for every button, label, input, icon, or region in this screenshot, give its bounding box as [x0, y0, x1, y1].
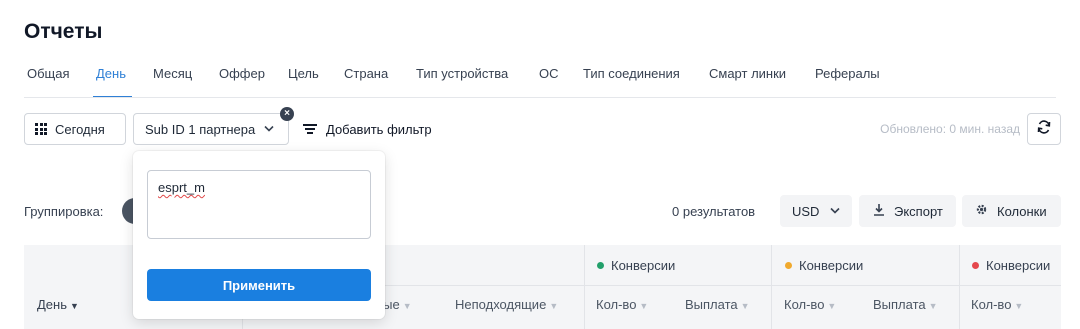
group-header-conversions-red: Конверсии	[972, 258, 1050, 273]
columns-button[interactable]: Колонки	[962, 195, 1061, 227]
tab-general[interactable]: Общая	[27, 66, 70, 81]
grouping-label: Группировка:	[24, 204, 104, 219]
column-header-count[interactable]: Кол-во ▼	[596, 297, 648, 312]
add-filter-label: Добавить фильтр	[326, 121, 432, 137]
chevron-down-icon	[830, 206, 841, 217]
sort-icon: ▼	[402, 301, 412, 311]
sort-icon: ▼	[740, 301, 750, 311]
export-button[interactable]: Экспорт	[859, 195, 956, 227]
gear-icon	[975, 203, 988, 219]
column-header-day[interactable]: День ▼	[37, 297, 79, 312]
status-dot-icon	[972, 262, 979, 269]
status-dot-icon	[597, 262, 604, 269]
sort-icon: ▼	[827, 301, 837, 311]
apply-button[interactable]: Применить	[147, 269, 371, 301]
filter-icon	[303, 124, 317, 134]
column-header-unsuitable[interactable]: Неподходящие ▼	[455, 297, 558, 312]
tab-referrals[interactable]: Рефералы	[815, 66, 880, 81]
sort-icon: ▼	[639, 301, 649, 311]
column-header-count[interactable]: Кол-во ▼	[971, 297, 1023, 312]
subid-values-text: esprt_m	[158, 180, 205, 195]
add-filter-button[interactable]: Добавить фильтр	[303, 113, 432, 145]
sort-icon: ▼	[1014, 301, 1024, 311]
tab-os[interactable]: ОС	[539, 66, 559, 81]
currency-value: USD	[792, 203, 820, 219]
tab-month[interactable]: Месяц	[153, 66, 192, 81]
subid-filter-label: Sub ID 1 партнера	[145, 121, 256, 137]
page-title: Отчеты	[24, 20, 103, 43]
subid-filter-popover: esprt_m Применить	[133, 151, 385, 319]
group-header-conversions-green: Конверсии	[597, 258, 675, 273]
sort-icon: ▼	[549, 301, 559, 311]
status-dot-icon	[785, 262, 792, 269]
tab-day[interactable]: День	[96, 66, 126, 81]
column-header-payout[interactable]: Выплата ▼	[873, 297, 938, 312]
date-range-button[interactable]: Сегодня	[24, 113, 126, 145]
tab-goal[interactable]: Цель	[288, 66, 319, 81]
refresh-button[interactable]	[1027, 113, 1061, 145]
column-header-payout[interactable]: Выплата ▼	[685, 297, 750, 312]
sort-desc-icon: ▼	[70, 301, 79, 311]
tab-device-type[interactable]: Тип устройства	[416, 66, 508, 81]
column-header-count[interactable]: Кол-во ▼	[784, 297, 836, 312]
columns-label: Колонки	[997, 203, 1047, 219]
sort-icon: ▼	[928, 301, 938, 311]
subid-filter-button[interactable]: Sub ID 1 партнера	[133, 113, 289, 145]
export-label: Экспорт	[894, 203, 943, 219]
tabs-divider	[24, 97, 1056, 98]
results-count: 0 результатов	[672, 204, 756, 219]
tab-smart-links[interactable]: Смарт линки	[709, 66, 786, 81]
date-range-label: Сегодня	[55, 121, 105, 137]
clear-filter-icon[interactable]: ×	[280, 107, 294, 121]
chevron-down-icon	[264, 124, 274, 135]
tab-country[interactable]: Страна	[344, 66, 388, 81]
currency-select[interactable]: USD	[780, 195, 852, 227]
tab-offer[interactable]: Оффер	[219, 66, 265, 81]
last-updated-text: Обновлено: 0 мин. назад	[880, 122, 1020, 136]
subid-values-input[interactable]: esprt_m	[147, 170, 371, 239]
refresh-icon	[1036, 119, 1052, 140]
tab-connection-type[interactable]: Тип соединения	[583, 66, 680, 81]
calendar-grid-icon	[35, 123, 47, 135]
group-header-conversions-orange: Конверсии	[785, 258, 863, 273]
download-icon	[873, 203, 885, 219]
